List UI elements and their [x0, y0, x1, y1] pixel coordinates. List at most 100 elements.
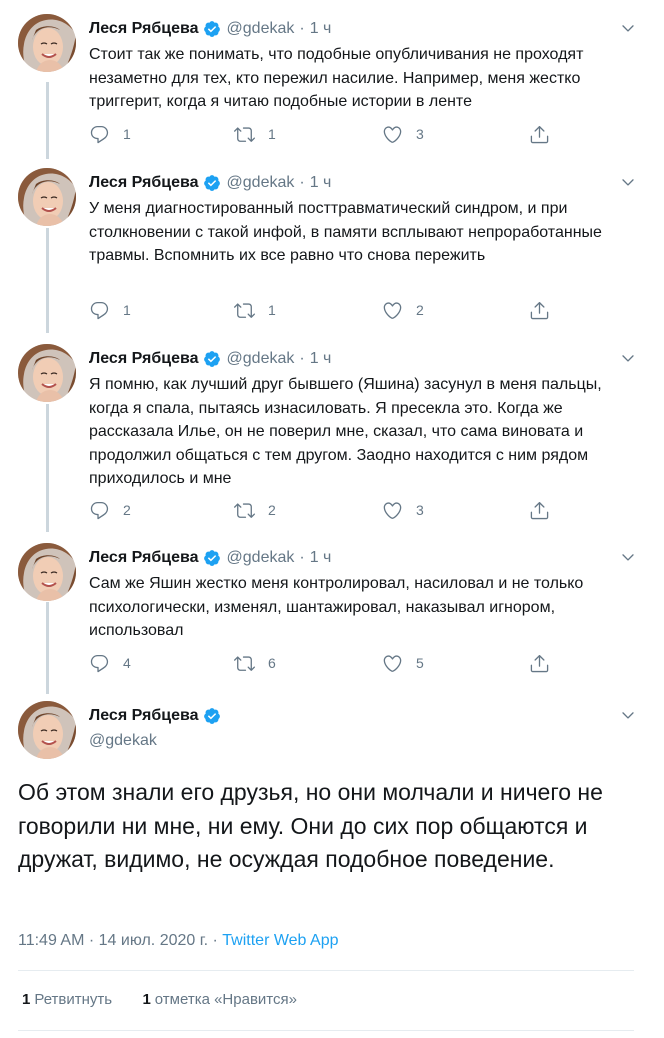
separator-dot: · [299, 20, 305, 37]
author-name[interactable]: Леся Рябцева [89, 350, 199, 368]
tweet-header: Леся Рябцева @gdekak · 1 ч [89, 348, 331, 370]
separator-dot: · [299, 350, 305, 367]
tweet-header: Леся Рябцева @gdekak · 1 ч [89, 172, 331, 194]
retweet-icon [234, 300, 255, 321]
share-button[interactable] [529, 651, 550, 675]
author-name[interactable]: Леся Рябцева [89, 20, 199, 38]
separator-dot: · [299, 174, 305, 191]
avatar[interactable] [18, 701, 76, 759]
retweets-stat[interactable]: 1 Ретвитнуть [22, 991, 112, 1008]
verified-badge-icon [203, 707, 221, 725]
chevron-down-icon[interactable] [620, 707, 636, 723]
author-name[interactable]: Леся Рябцева [89, 549, 199, 567]
like-button[interactable]: 2 [382, 298, 424, 322]
avatar[interactable] [18, 14, 76, 72]
share-icon [529, 300, 550, 321]
share-button[interactable] [529, 298, 550, 322]
chevron-down-icon[interactable] [620, 350, 636, 366]
retweet-icon [234, 500, 255, 521]
tweet-meta: 11:49 AM · 14 июл. 2020 г. · Twitter Web… [18, 932, 338, 950]
tweet-header: Леся Рябцева @gdekak · 1 ч [89, 18, 331, 40]
heart-icon [382, 500, 403, 521]
verified-badge-icon [203, 20, 221, 38]
share-icon [529, 653, 550, 674]
like-button[interactable]: 3 [382, 122, 424, 146]
tweet-timestamp[interactable]: 11:49 AM · 14 июл. 2020 г. [18, 932, 208, 949]
retweet-count: 2 [268, 502, 276, 518]
thread-tweet[interactable]: Леся Рябцева @gdekak · 1 ч У меня диагно… [0, 168, 664, 328]
thread-tweet[interactable]: Леся Рябцева @gdekak · 1 ч Сам же Яшин ж… [0, 543, 664, 683]
avatar[interactable] [18, 168, 76, 226]
thread-tweet[interactable]: Леся Рябцева @gdekak · 1 ч Я помню, как … [0, 344, 664, 526]
author-name[interactable]: Леся Рябцева [89, 174, 199, 192]
like-count: 3 [416, 126, 424, 142]
chevron-down-icon[interactable] [620, 174, 636, 190]
tweet-actions: 1 1 3 [89, 122, 559, 146]
author-handle[interactable]: @gdekak [89, 732, 157, 750]
retweet-button[interactable]: 6 [234, 651, 276, 675]
reply-icon [89, 500, 110, 521]
tweet-time[interactable]: 1 ч [310, 350, 332, 368]
heart-icon [382, 653, 403, 674]
reply-button[interactable]: 2 [89, 498, 131, 522]
reply-button[interactable]: 1 [89, 122, 131, 146]
verified-badge-icon [203, 549, 221, 567]
heart-icon [382, 124, 403, 145]
reply-icon [89, 124, 110, 145]
retweet-button[interactable]: 1 [234, 298, 276, 322]
avatar[interactable] [18, 543, 76, 601]
tweet-time[interactable]: 1 ч [310, 174, 332, 192]
thread-tweet[interactable]: Леся Рябцева @gdekak · 1 ч Стоит так же … [0, 14, 664, 144]
reply-count: 1 [123, 302, 131, 318]
chevron-down-icon[interactable] [620, 20, 636, 36]
retweet-count: 6 [268, 655, 276, 671]
like-count: 5 [416, 655, 424, 671]
source-app-link[interactable]: Twitter Web App [222, 932, 338, 949]
tweet-actions: 1 1 2 [89, 298, 559, 322]
tweet-time[interactable]: 1 ч [310, 549, 332, 567]
tweet-header: Леся Рябцева @gdekak · 1 ч [89, 547, 331, 569]
main-tweet-text: Об этом знали его друзья, но они молчали… [18, 779, 603, 872]
likes-label: отметка «Нравится» [154, 991, 297, 1008]
divider [18, 1030, 634, 1031]
tweet-text: Сам же Яшин жестко меня контролировал, н… [89, 575, 584, 639]
author-handle[interactable]: @gdekak [227, 20, 295, 38]
engagement-stats: 1 Ретвитнуть 1 отметка «Нравится» [22, 991, 297, 1008]
like-button[interactable]: 5 [382, 651, 424, 675]
retweets-count: 1 [22, 991, 31, 1008]
retweet-count: 1 [268, 302, 276, 318]
retweet-count: 1 [268, 126, 276, 142]
tweet-actions: 4 6 5 [89, 651, 559, 675]
reply-count: 4 [123, 655, 131, 671]
author-handle[interactable]: @gdekak [227, 174, 295, 192]
author-handle[interactable]: @gdekak [227, 549, 295, 567]
like-button[interactable]: 3 [382, 498, 424, 522]
like-count: 2 [416, 302, 424, 318]
share-button[interactable] [529, 122, 550, 146]
likes-stat[interactable]: 1 отметка «Нравится» [142, 991, 297, 1008]
divider [18, 970, 634, 971]
retweets-label: Ретвитнуть [34, 991, 113, 1008]
share-icon [529, 500, 550, 521]
avatar[interactable] [18, 344, 76, 402]
share-icon [529, 124, 550, 145]
reply-icon [89, 653, 110, 674]
share-button[interactable] [529, 498, 550, 522]
retweet-button[interactable]: 1 [234, 122, 276, 146]
reply-button[interactable]: 1 [89, 298, 131, 322]
author-name[interactable]: Леся Рябцева [89, 707, 199, 725]
retweet-icon [234, 124, 255, 145]
reply-button[interactable]: 4 [89, 651, 131, 675]
retweet-button[interactable]: 2 [234, 498, 276, 522]
tweet-time[interactable]: 1 ч [310, 20, 332, 38]
tweet-text: Стоит так же понимать, что подобные опуб… [89, 46, 584, 110]
verified-badge-icon [203, 174, 221, 192]
heart-icon [382, 300, 403, 321]
reply-count: 2 [123, 502, 131, 518]
reply-count: 1 [123, 126, 131, 142]
chevron-down-icon[interactable] [620, 549, 636, 565]
reply-icon [89, 300, 110, 321]
like-count: 3 [416, 502, 424, 518]
author-handle[interactable]: @gdekak [227, 350, 295, 368]
likes-count: 1 [142, 991, 151, 1008]
